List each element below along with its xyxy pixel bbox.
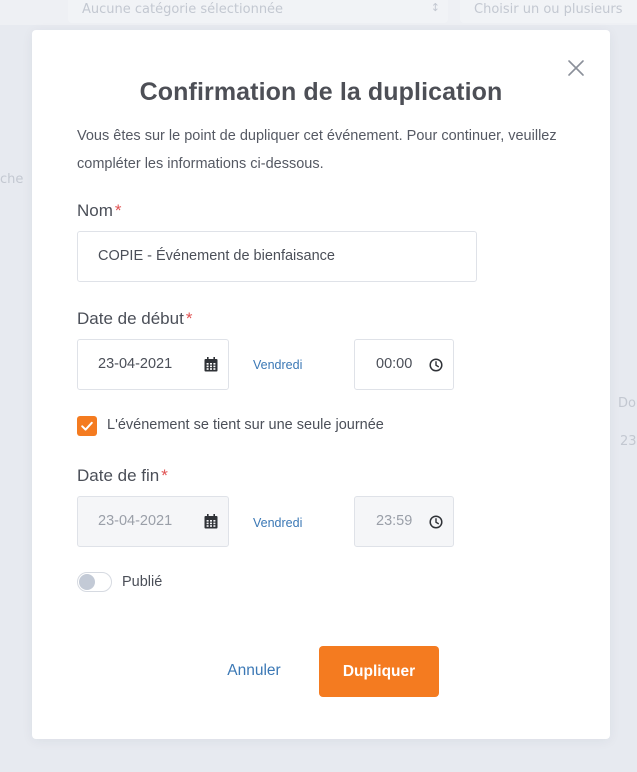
start-date-field-label: Date de début * [77,309,192,329]
select-arrows-icon: ↕ [430,1,440,14]
start-time-value: 00:00 [376,356,413,372]
close-button[interactable] [564,56,588,80]
end-date-value: 23-04-2021 [98,513,173,529]
start-date-value: 23-04-2021 [98,356,173,372]
clock-icon [429,515,443,529]
close-icon [568,60,584,76]
start-time-input[interactable]: 00:00 [354,339,454,390]
end-date-input: 23-04-2021 [77,496,229,547]
modal-title: Confirmation de la duplication [139,78,503,106]
end-date-label-text: Date de fin [77,466,160,485]
background-category-select-value: Aucune catégorie sélectionnée [82,2,284,17]
duplicate-button[interactable]: Dupliquer [319,646,439,697]
background-multiselect-placeholder: Choisir un ou plusieurs [474,2,623,17]
checkmark-icon [81,421,93,431]
name-label-text: Nom [77,201,113,220]
required-asterisk: * [161,466,168,485]
start-date-input[interactable]: 23-04-2021 [77,339,229,390]
background-text-fragment: 23 [620,434,637,449]
duplicate-event-modal: Confirmation de la duplication Vous êtes… [32,30,610,739]
modal-description: Vous êtes sur le point de dupliquer cet … [77,128,557,172]
published-label: Publié [122,574,163,590]
single-day-label: L'événement se tient sur une seule journ… [107,417,384,433]
single-day-checkbox[interactable] [77,416,97,436]
cancel-button[interactable]: Annuler [214,646,294,696]
start-date-label-text: Date de début [77,309,184,328]
background-multiselect: Choisir un ou plusieurs [460,0,637,23]
required-asterisk: * [114,201,122,220]
published-toggle[interactable] [77,572,112,592]
name-input[interactable]: COPIE - Événement de bienfaisance [77,231,477,282]
background-text-fragment: che [0,172,24,187]
calendar-icon[interactable] [204,357,218,372]
clock-icon[interactable] [429,358,443,372]
end-date-field-label: Date de fin * [77,466,168,486]
required-asterisk: * [185,309,193,328]
end-time-input: 23:59 [354,496,454,547]
end-time-value: 23:59 [376,513,413,529]
background-text-fragment: Do [618,396,636,411]
name-field-label: Nom * [77,201,122,221]
start-day-label: Vendredi [253,358,303,372]
calendar-icon [204,514,218,529]
toggle-knob [79,574,95,590]
end-day-label: Vendredi [253,516,303,530]
background-category-select: Aucune catégorie sélectionnée ↕ [68,0,448,23]
